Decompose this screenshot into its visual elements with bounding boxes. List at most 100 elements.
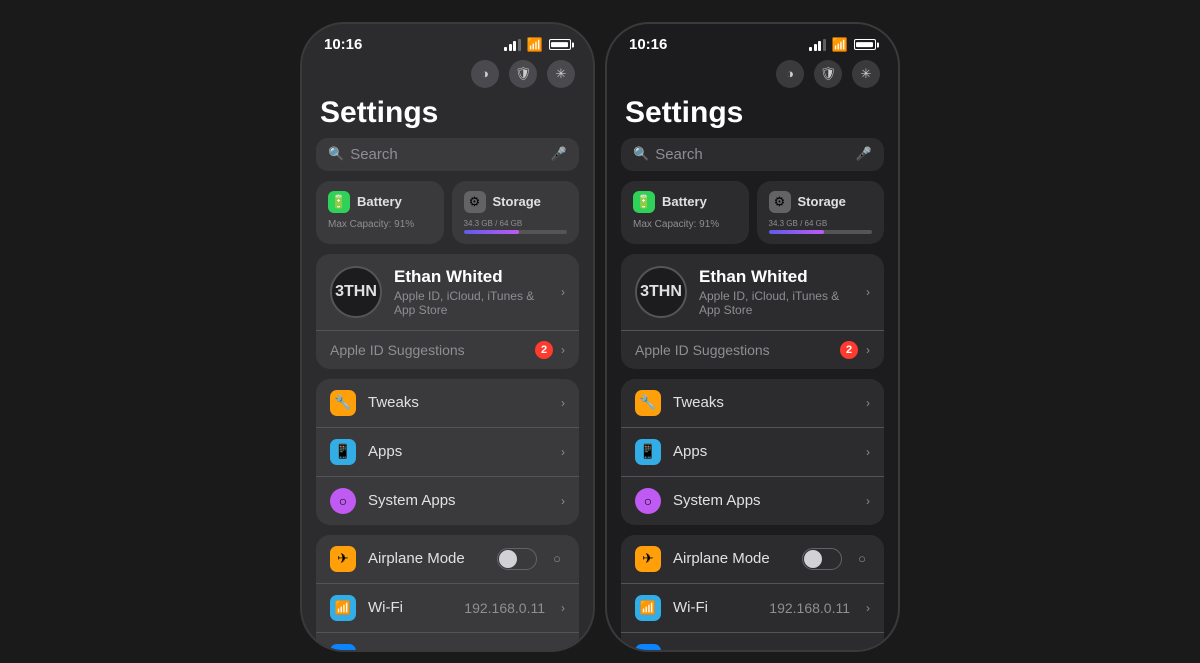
right-tweaks-icon: 🔧 <box>635 390 661 416</box>
left-suggestions-row[interactable]: Apple ID Suggestions 2 › <box>316 330 579 369</box>
right-bluetooth-chevron: › <box>866 650 870 652</box>
left-system-apps-label: System Apps <box>368 492 549 509</box>
left-mic-icon: 🎤 <box>551 146 567 162</box>
left-bluetooth-item[interactable]: ✦ Bluetooth On › <box>316 632 579 652</box>
left-top-icons: ◑ 🛡 ✳ <box>302 60 593 94</box>
left-airplane-icon: ✈ <box>330 546 356 572</box>
left-airplane-toggle[interactable] <box>497 548 537 570</box>
left-battery-label: Battery <box>357 194 402 209</box>
right-wifi-value: 192.168.0.11 <box>769 600 850 616</box>
left-system-apps-chevron: › <box>561 494 565 508</box>
left-system-apps-item[interactable]: ○ System Apps › <box>316 476 579 525</box>
left-wifi-item-icon: 📶 <box>330 595 356 621</box>
left-storage-widget[interactable]: ⚙ Storage 34.3 GB / 64 GB <box>452 181 580 244</box>
right-accessibility-icon: ◑ <box>776 60 804 88</box>
right-status-bar: 10:16 📶 <box>607 24 898 60</box>
left-wifi-item[interactable]: 📶 Wi-Fi 192.168.0.11 › <box>316 583 579 632</box>
right-settings-card: ✈ Airplane Mode ○ 📶 Wi-Fi 192.168.0.11 ›… <box>621 535 884 652</box>
left-apps-chevron: › <box>561 445 565 459</box>
right-profile-row[interactable]: 3THN Ethan Whited Apple ID, iCloud, iTun… <box>621 254 884 330</box>
left-bluetooth-label: Bluetooth <box>368 648 514 652</box>
left-airplane-circle: ○ <box>553 551 561 566</box>
right-storage-header: ⚙ Storage <box>769 191 873 213</box>
right-top-icons: ◑ 🛡 ✳ <box>607 60 898 94</box>
left-time: 10:16 <box>324 36 362 53</box>
right-suggestions-row[interactable]: Apple ID Suggestions 2 › <box>621 330 884 369</box>
left-battery-widget-icon: 🔋 <box>328 191 350 213</box>
left-signal <box>504 39 521 51</box>
left-phone: 10:16 📶 ◑ 🛡 ✳ Settings 🔍 Search 🎤 <box>300 22 595 652</box>
right-search-text[interactable]: Search <box>655 146 850 163</box>
right-system-apps-icon: ○ <box>635 488 661 514</box>
left-profile-info: Ethan Whited Apple ID, iCloud, iTunes & … <box>394 267 549 317</box>
right-storage-widget[interactable]: ⚙ Storage 34.3 GB / 64 GB <box>757 181 885 244</box>
left-storage-label: Storage <box>493 194 541 209</box>
right-search-bar[interactable]: 🔍 Search 🎤 <box>621 138 884 171</box>
left-settings-title: Settings <box>302 94 593 138</box>
left-shield-icon: 🛡 <box>509 60 537 88</box>
right-airplane-toggle[interactable] <box>802 548 842 570</box>
right-bluetooth-item[interactable]: ✦ Bluetooth On › <box>621 632 884 652</box>
right-apps-item[interactable]: 📱 Apps › <box>621 427 884 476</box>
right-storage-label: Storage <box>798 194 846 209</box>
left-wifi-label: Wi-Fi <box>368 599 452 616</box>
right-bluetooth-label: Bluetooth <box>673 648 819 652</box>
left-accessibility-icon: ◑ <box>471 60 499 88</box>
right-profile-chevron: › <box>866 285 870 299</box>
right-battery-widget-icon: 🔋 <box>633 191 655 213</box>
left-profile-row[interactable]: 3THN Ethan Whited Apple ID, iCloud, iTun… <box>316 254 579 330</box>
right-airplane-label: Airplane Mode <box>673 550 790 567</box>
left-profile-subtitle: Apple ID, iCloud, iTunes & App Store <box>394 289 549 317</box>
right-storage-bar <box>769 230 825 234</box>
left-widget-row: 🔋 Battery Max Capacity: 91% ⚙ Storage 34… <box>302 181 593 254</box>
right-airplane-icon: ✈ <box>635 546 661 572</box>
left-battery-widget[interactable]: 🔋 Battery Max Capacity: 91% <box>316 181 444 244</box>
left-apps-label: Apps <box>368 443 549 460</box>
right-wifi-label: Wi-Fi <box>673 599 757 616</box>
left-suggestions-badge: 2 <box>535 341 553 359</box>
right-airplane-item[interactable]: ✈ Airplane Mode ○ <box>621 535 884 583</box>
right-tweaks-item[interactable]: 🔧 Tweaks › <box>621 379 884 427</box>
right-wifi-chevron: › <box>866 601 870 615</box>
right-status-icons: 📶 <box>809 37 876 53</box>
right-profile-card[interactable]: 3THN Ethan Whited Apple ID, iCloud, iTun… <box>621 254 884 369</box>
left-bluetooth-icon: ✦ <box>330 644 356 652</box>
left-tweaks-icon: 🔧 <box>330 390 356 416</box>
left-avatar: 3THN <box>330 266 382 318</box>
left-wifi-chevron: › <box>561 601 565 615</box>
left-apps-item[interactable]: 📱 Apps › <box>316 427 579 476</box>
right-avatar: 3THN <box>635 266 687 318</box>
right-wifi-item[interactable]: 📶 Wi-Fi 192.168.0.11 › <box>621 583 884 632</box>
right-battery-icon <box>854 39 876 50</box>
left-battery-subtitle: Max Capacity: 91% <box>328 219 432 230</box>
right-wifi-item-icon: 📶 <box>635 595 661 621</box>
left-profile-card[interactable]: 3THN Ethan Whited Apple ID, iCloud, iTun… <box>316 254 579 369</box>
left-profile-chevron: › <box>561 285 565 299</box>
left-airplane-item[interactable]: ✈ Airplane Mode ○ <box>316 535 579 583</box>
left-search-bar[interactable]: 🔍 Search 🎤 <box>316 138 579 171</box>
left-search-icon: 🔍 <box>328 146 344 162</box>
right-bluetooth-icon: ✦ <box>635 644 661 652</box>
left-status-icons: 📶 <box>504 37 571 53</box>
left-menu-card: 🔧 Tweaks › 📱 Apps › ○ System Apps › <box>316 379 579 525</box>
left-storage-size: 34.3 GB / 64 GB <box>464 219 568 228</box>
left-tweaks-label: Tweaks <box>368 394 549 411</box>
right-shield-icon: 🛡 <box>814 60 842 88</box>
right-storage-size: 34.3 GB / 64 GB <box>769 219 873 228</box>
left-status-bar: 10:16 📶 <box>302 24 593 60</box>
right-star-icon: ✳ <box>852 60 880 88</box>
right-profile-name: Ethan Whited <box>699 267 854 287</box>
left-search-text[interactable]: Search <box>350 146 545 163</box>
right-tweaks-chevron: › <box>866 396 870 410</box>
right-menu-card: 🔧 Tweaks › 📱 Apps › ○ System Apps › <box>621 379 884 525</box>
left-battery-header: 🔋 Battery <box>328 191 432 213</box>
left-tweaks-item[interactable]: 🔧 Tweaks › <box>316 379 579 427</box>
right-widget-row: 🔋 Battery Max Capacity: 91% ⚙ Storage 34… <box>607 181 898 254</box>
right-system-apps-item[interactable]: ○ System Apps › <box>621 476 884 525</box>
left-suggestions-chevron: › <box>561 343 565 357</box>
left-apps-icon: 📱 <box>330 439 356 465</box>
right-battery-widget[interactable]: 🔋 Battery Max Capacity: 91% <box>621 181 749 244</box>
right-airplane-circle: ○ <box>858 551 866 566</box>
left-battery-icon <box>549 39 571 50</box>
right-apps-chevron: › <box>866 445 870 459</box>
